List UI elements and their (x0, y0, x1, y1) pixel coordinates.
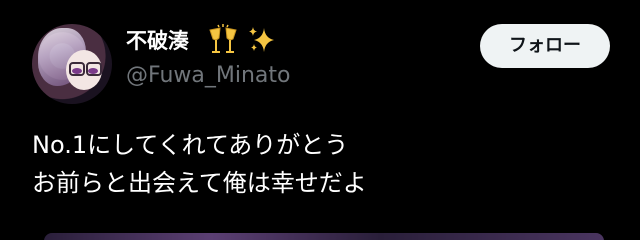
post-text-line: No.1にしてくれてありがとう (32, 131, 349, 159)
sparkles-emoji (249, 27, 274, 52)
post-card: 不破湊 @Fuwa_Minato フォロー No.1にしてくれてありがとう お前… (0, 0, 640, 240)
media-preview[interactable] (44, 233, 604, 240)
avatar[interactable] (32, 24, 112, 104)
post-text-line: お前らと出会えて俺は幸せだよ (32, 169, 367, 197)
avatar-eye-right (88, 68, 98, 74)
display-name[interactable]: 不破湊 (126, 24, 189, 58)
avatar-eye-left (72, 68, 82, 74)
follow-button[interactable]: フォロー (480, 24, 610, 68)
clinking-glasses-emoji (209, 24, 237, 53)
user-handle[interactable]: @Fuwa_Minato (126, 62, 290, 90)
post-text: No.1にしてくれてありがとう お前らと出会えて俺は幸せだよ (32, 126, 622, 202)
